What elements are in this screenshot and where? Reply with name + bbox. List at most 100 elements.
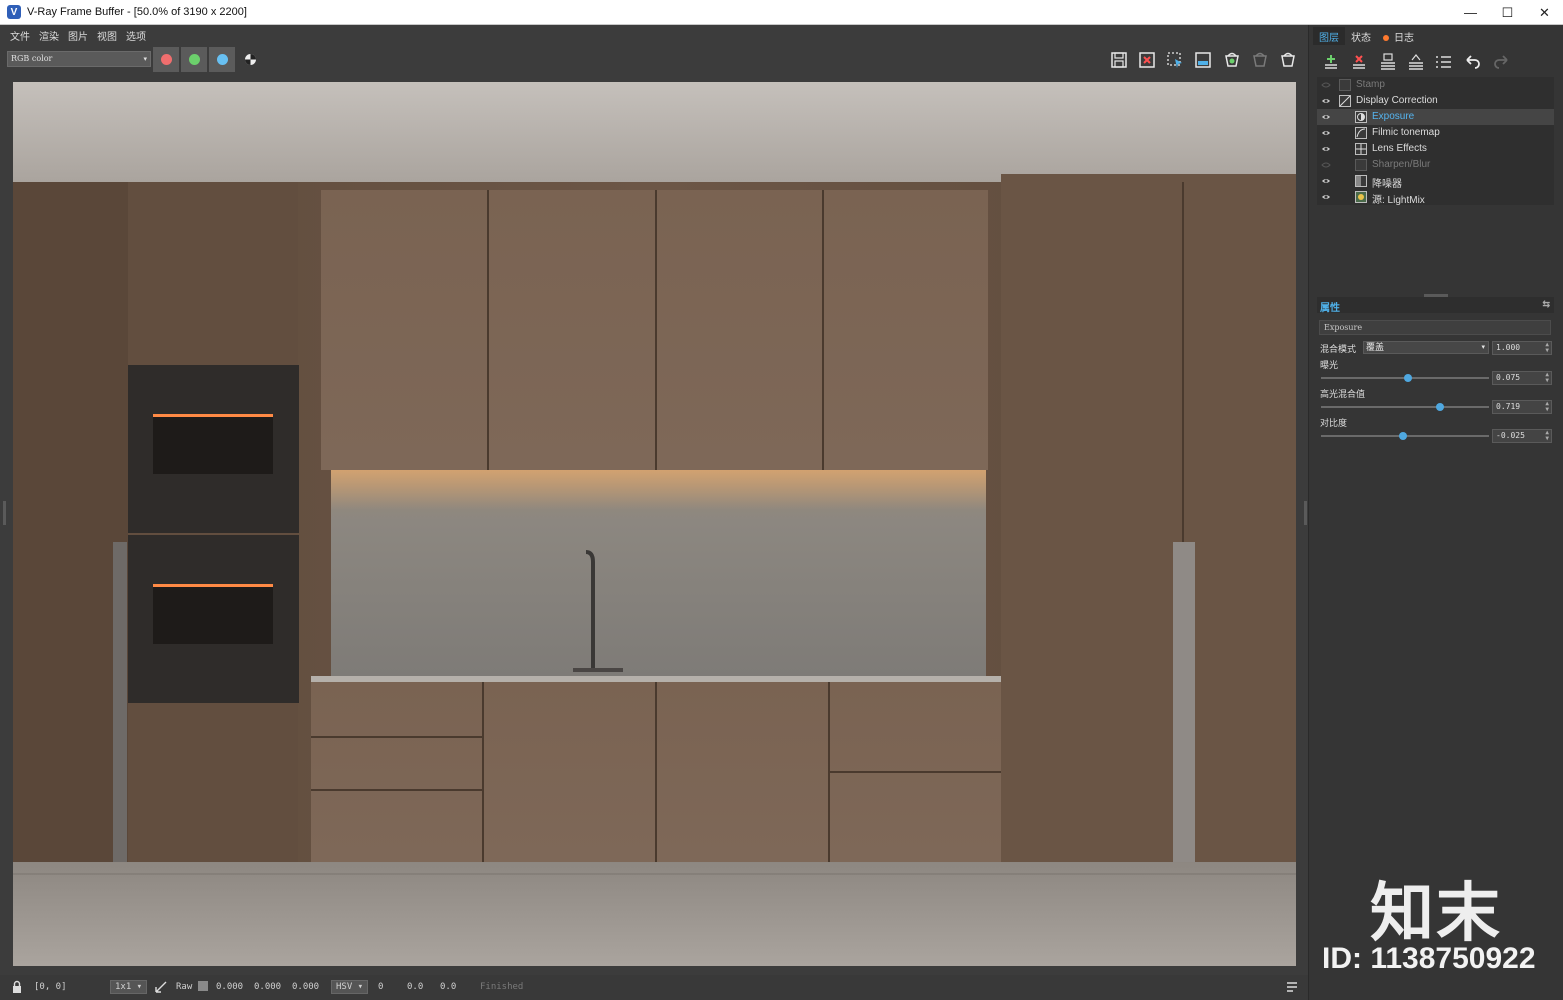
eye-icon[interactable] <box>1321 192 1331 202</box>
compare-icon[interactable] <box>1193 50 1213 70</box>
blue-channel-button[interactable] <box>209 47 235 72</box>
exposure-value: 0.075 <box>1496 373 1521 382</box>
contrast-value: -0.025 <box>1496 431 1525 440</box>
slider-knob[interactable] <box>1404 374 1413 382</box>
exposure-slider[interactable] <box>1321 374 1489 382</box>
layer-label: 降噪器 <box>1372 179 1402 190</box>
layer-label: Display Correction <box>1356 95 1438 106</box>
green-channel-button[interactable] <box>181 47 207 72</box>
interactive-render-icon[interactable] <box>1250 50 1270 70</box>
blue-dot-icon <box>216 54 228 65</box>
properties-menu-icon[interactable]: ⇆ <box>1542 299 1550 310</box>
delete-layer-icon[interactable] <box>1347 51 1375 73</box>
render-icon[interactable] <box>1222 50 1242 70</box>
channel-select[interactable]: RGB color ▾ <box>7 51 151 67</box>
lock-icon[interactable] <box>10 980 24 994</box>
layer-lightmix[interactable]: 源: LightMix <box>1317 189 1554 206</box>
minimize-button[interactable]: — <box>1452 0 1489 25</box>
add-layer-icon[interactable] <box>1319 51 1347 73</box>
menu-view[interactable]: 视图 <box>97 28 117 43</box>
tab-layers[interactable]: 图层 <box>1313 27 1345 45</box>
layer-name-field[interactable]: Exposure <box>1319 320 1551 335</box>
contrast-input[interactable]: -0.025 ▲ ▼ <box>1492 429 1552 443</box>
highlight-burn-slider[interactable] <box>1321 403 1489 411</box>
menu-render[interactable]: 渲染 <box>39 28 59 43</box>
blend-amount-input[interactable]: 1.000 ▲ ▼ <box>1492 341 1552 355</box>
layer-stamp[interactable]: Stamp <box>1317 77 1554 93</box>
region-render-icon[interactable] <box>1165 50 1185 70</box>
eye-icon[interactable] <box>1321 144 1331 154</box>
eye-icon[interactable] <box>1321 96 1331 106</box>
blend-mode-select[interactable]: 覆盖 ▾ <box>1363 341 1489 354</box>
render-viewport[interactable] <box>13 82 1296 966</box>
pixel-r: 0.000 <box>216 982 244 992</box>
layers-panel: 图层 状态 日志 Stamp Display Correction Exposu… <box>1308 25 1563 1000</box>
zoom-select[interactable]: 1x1 ▾ <box>110 980 148 994</box>
highlight-burn-label: 高光混合值 <box>1320 389 1366 399</box>
lightmix-icon <box>1355 191 1367 203</box>
tab-stats[interactable]: 状态 <box>1345 27 1377 45</box>
spinner-arrows-icon[interactable]: ▲ ▼ <box>1545 342 1549 354</box>
menu-image[interactable]: 图片 <box>68 28 88 43</box>
log-toggle-icon[interactable] <box>1285 980 1299 994</box>
save-icon[interactable] <box>1109 50 1129 70</box>
save-layers-icon[interactable] <box>1375 51 1403 73</box>
layer-filmic-tonemap[interactable]: Filmic tonemap <box>1317 125 1554 141</box>
layer-sharpen-blur[interactable]: Sharpen/Blur <box>1317 157 1554 173</box>
picker-icon[interactable] <box>154 980 168 994</box>
exposure-label: 曝光 <box>1320 360 1339 370</box>
left-resize-handle[interactable] <box>3 501 6 525</box>
close-button[interactable]: ✕ <box>1526 0 1563 25</box>
undo-icon[interactable] <box>1459 51 1487 73</box>
color-swatch <box>198 981 208 991</box>
frame-buffer-area: 文件 渲染 图片 视图 选项 RGB color ▾ [0, 0] 1x1 ▾ … <box>0 25 1308 1000</box>
stop-render-icon[interactable] <box>1278 50 1298 70</box>
title-bar: V V-Ray Frame Buffer - [50.0% of 3190 x … <box>0 0 1563 25</box>
layer-exposure[interactable]: Exposure <box>1317 109 1554 125</box>
vray-logo-icon: V <box>7 5 21 19</box>
load-layers-icon[interactable] <box>1403 51 1431 73</box>
red-channel-button[interactable] <box>153 47 179 72</box>
layer-list-icon[interactable] <box>1431 51 1459 73</box>
right-resize-handle[interactable] <box>1304 501 1307 525</box>
tab-log[interactable]: 日志 <box>1377 27 1420 45</box>
contrast-label: 对比度 <box>1320 418 1348 428</box>
kitchen-render-image <box>13 82 1296 966</box>
pixel-g: 0.000 <box>254 982 282 992</box>
eye-icon[interactable] <box>1321 128 1331 138</box>
sharpen-icon <box>1355 159 1367 171</box>
layer-label: Filmic tonemap <box>1372 127 1440 138</box>
stamp-icon <box>1339 79 1351 91</box>
contrast-slider[interactable] <box>1321 432 1489 440</box>
slider-knob[interactable] <box>1436 403 1445 411</box>
layer-denoiser[interactable]: 降噪器 <box>1317 173 1554 190</box>
slider-knob[interactable] <box>1399 432 1408 440</box>
spinner-arrows-icon[interactable]: ▲ ▼ <box>1545 430 1549 442</box>
exposure-input[interactable]: 0.075 ▲ ▼ <box>1492 371 1552 385</box>
layer-label: Exposure <box>1372 111 1415 122</box>
redo-icon[interactable] <box>1487 51 1515 73</box>
channel-select-value: RGB color <box>11 54 53 63</box>
maximize-button[interactable]: ☐ <box>1489 0 1526 25</box>
spinner-arrows-icon[interactable]: ▲ ▼ <box>1545 401 1549 413</box>
eye-icon[interactable] <box>1321 176 1331 186</box>
eye-icon[interactable] <box>1321 112 1331 122</box>
menu-file[interactable]: 文件 <box>10 28 30 43</box>
clear-image-icon[interactable] <box>1137 50 1157 70</box>
zoom-select-value: 1x1 <box>115 982 132 992</box>
raw-label: Raw <box>176 982 193 992</box>
layer-display-correction[interactable]: Display Correction <box>1317 93 1554 109</box>
denoiser-icon <box>1355 175 1367 187</box>
spinner-arrows-icon[interactable]: ▲ ▼ <box>1545 372 1549 384</box>
hsv-s: 0.0 <box>407 982 424 992</box>
highlight-burn-input[interactable]: 0.719 ▲ ▼ <box>1492 400 1552 414</box>
layer-lens-effects[interactable]: Lens Effects <box>1317 141 1554 157</box>
alpha-channel-button[interactable] <box>237 47 263 72</box>
color-space-select[interactable]: HSV ▾ <box>331 980 369 994</box>
menu-options[interactable]: 选项 <box>126 28 146 43</box>
visibility-off-icon[interactable] <box>1321 160 1331 170</box>
green-dot-icon <box>188 54 200 65</box>
status-bar: [0, 0] 1x1 ▾ Raw 0.000 0.000 0.000 HSV ▾… <box>0 975 1308 1000</box>
visibility-off-icon[interactable] <box>1321 80 1331 90</box>
window-title: V-Ray Frame Buffer - [50.0% of 3190 x 22… <box>27 6 247 18</box>
